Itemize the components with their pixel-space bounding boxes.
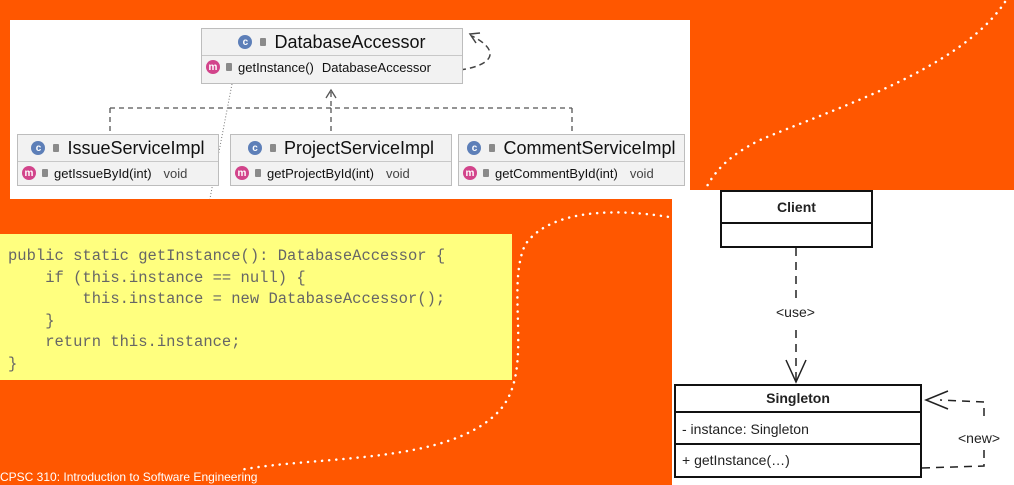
class-icon: c	[238, 35, 253, 49]
uml-class-title: Client	[722, 192, 871, 224]
code-line: }	[8, 311, 55, 330]
class-icon: c	[247, 141, 262, 155]
lock-icon	[42, 169, 48, 177]
method-name: getInstance()	[238, 59, 314, 75]
method-name: getProjectById	[267, 165, 352, 181]
lock-icon	[255, 169, 261, 177]
uml-class-client[interactable]: Client	[720, 190, 873, 248]
method-params: (int)	[351, 165, 374, 181]
method-return-type: void	[163, 165, 188, 181]
method-row[interactable]: m getInstance() DatabaseAccessor	[202, 56, 462, 78]
code-line: public static getInstance(): DatabaseAcc…	[8, 247, 446, 265]
method-row[interactable]: m getCommentById(int) void	[459, 162, 684, 184]
class-databaseaccessor[interactable]: c DatabaseAccessor m getInstance() Datab…	[201, 28, 463, 84]
uml-class-singleton[interactable]: Singleton - instance: Singleton + getIns…	[674, 384, 922, 478]
code-line: }	[8, 354, 18, 373]
class-header: c CommentServiceImpl	[459, 135, 684, 162]
class-name: DatabaseAccessor	[274, 31, 426, 52]
method-params: (int)	[595, 165, 618, 181]
method-icon: m	[22, 166, 36, 180]
method-name: getCommentById	[495, 165, 596, 181]
code-line: return this.instance;	[8, 333, 241, 351]
class-issueserviceimpl[interactable]: c IssueServiceImpl m getIssueById(int) v…	[17, 134, 219, 186]
method-row[interactable]: m getProjectById(int) void	[231, 162, 451, 184]
code-line: this.instance = new DatabaseAccessor();	[8, 290, 446, 308]
class-diagram-panel: c DatabaseAccessor m getInstance() Datab…	[10, 20, 690, 199]
method-icon: m	[235, 166, 249, 180]
method-return-type: void	[629, 165, 654, 181]
method-return-type: void	[385, 165, 410, 181]
uml-operation: + getInstance(…)	[682, 452, 790, 468]
lock-icon	[260, 38, 267, 46]
method-icon: m	[206, 60, 220, 74]
method-icon: m	[463, 166, 477, 180]
class-name: IssueServiceImpl	[67, 137, 205, 158]
class-commentserviceimpl[interactable]: c CommentServiceImpl m getCommentById(in…	[458, 134, 685, 186]
uml-singleton-panel: Client <use> Singleton - instance: Singl…	[672, 190, 1014, 485]
code-snippet: public static getInstance(): DatabaseAcc…	[0, 234, 512, 380]
class-header: c IssueServiceImpl	[18, 135, 218, 162]
class-header: c ProjectServiceImpl	[231, 135, 451, 162]
code-line: if (this.instance == null) {	[8, 268, 306, 287]
lock-icon	[483, 169, 489, 177]
lock-icon	[489, 144, 496, 152]
class-icon: c	[31, 141, 46, 155]
method-row[interactable]: m getIssueById(int) void	[18, 162, 218, 184]
method-params: (int)	[129, 165, 152, 181]
uml-attribute: - instance: Singleton	[676, 413, 920, 445]
class-header: c DatabaseAccessor	[202, 29, 462, 56]
method-return-type: DatabaseAccessor	[321, 59, 431, 75]
lock-icon	[269, 144, 276, 152]
class-projectserviceimpl[interactable]: c ProjectServiceImpl m getProjectById(in…	[230, 134, 452, 186]
class-icon: c	[467, 141, 482, 155]
lock-icon	[53, 144, 60, 152]
uml-class-title: Singleton	[676, 386, 920, 413]
use-label: <use>	[776, 304, 815, 320]
class-name: CommentServiceImpl	[503, 137, 676, 158]
method-name: getIssueById	[54, 165, 130, 181]
lock-icon	[226, 63, 232, 71]
class-name: ProjectServiceImpl	[283, 137, 435, 158]
new-label: <new>	[958, 430, 1001, 446]
footer-course-title: CPSC 310: Introduction to Software Engin…	[0, 470, 258, 484]
